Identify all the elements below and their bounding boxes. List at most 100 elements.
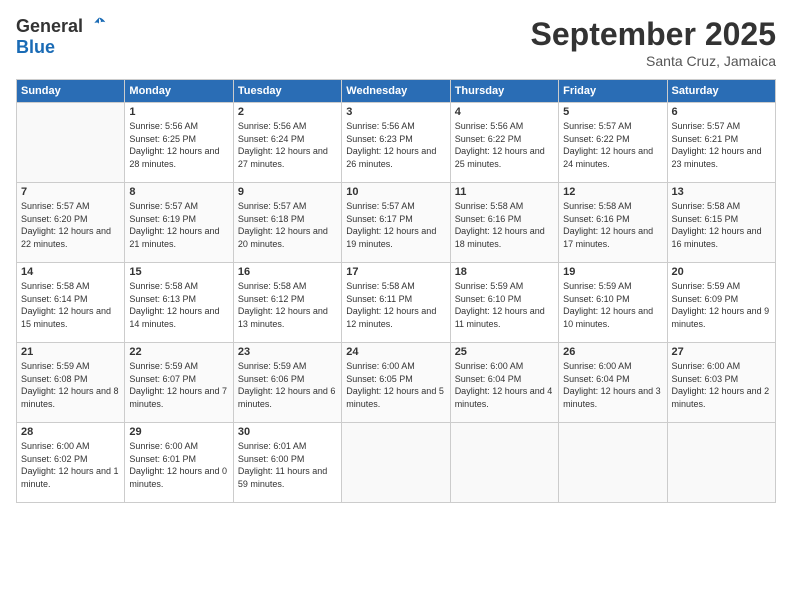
day-number: 22 (129, 346, 228, 358)
day-info: Sunrise: 5:57 AMSunset: 6:22 PMDaylight:… (563, 120, 662, 170)
day-info: Sunrise: 6:00 AMSunset: 6:01 PMDaylight:… (129, 440, 228, 490)
calendar-week-2: 14Sunrise: 5:58 AMSunset: 6:14 PMDayligh… (17, 263, 776, 343)
day-info: Sunrise: 5:58 AMSunset: 6:16 PMDaylight:… (563, 200, 662, 250)
col-header-thursday: Thursday (450, 80, 558, 103)
day-info: Sunrise: 5:58 AMSunset: 6:11 PMDaylight:… (346, 280, 445, 330)
calendar-cell (450, 423, 558, 503)
calendar-table: SundayMondayTuesdayWednesdayThursdayFrid… (16, 79, 776, 503)
day-number: 16 (238, 266, 337, 278)
day-info: Sunrise: 5:56 AMSunset: 6:24 PMDaylight:… (238, 120, 337, 170)
calendar-cell: 11Sunrise: 5:58 AMSunset: 6:16 PMDayligh… (450, 183, 558, 263)
calendar-cell: 17 Sunrise: 5:58 AMSunset: 6:11 PMDayligh… (342, 263, 450, 343)
day-number: 25 (455, 346, 554, 358)
calendar-header-row: SundayMondayTuesdayWednesdayThursdayFrid… (17, 80, 776, 103)
day-info: Sunrise: 5:57 AMSunset: 6:20 PMDaylight:… (21, 200, 120, 250)
day-number: 4 (455, 106, 554, 118)
day-number: 23 (238, 346, 337, 358)
day-info: Sunrise: 5:59 AMSunset: 6:06 PMDaylight:… (238, 360, 337, 410)
calendar-week-4: 28 Sunrise: 6:00 AMSunset: 6:02 PMDayligh… (17, 423, 776, 503)
day-number: 15 (129, 266, 228, 278)
calendar-cell (559, 423, 667, 503)
day-number: 24 (346, 346, 445, 358)
calendar-cell (17, 103, 125, 183)
day-info: Sunrise: 6:00 AMSunset: 6:05 PMDaylight:… (346, 360, 445, 410)
calendar-week-0: 1 Sunrise: 5:56 AMSunset: 6:25 PMDaylight… (17, 103, 776, 183)
day-number: 10 (346, 186, 445, 198)
day-info: Sunrise: 5:58 AMSunset: 6:16 PMDaylight:… (455, 200, 554, 250)
calendar-cell: 12 Sunrise: 5:58 AMSunset: 6:16 PMDayligh… (559, 183, 667, 263)
title-block: September 2025 Santa Cruz, Jamaica (531, 16, 776, 69)
day-info: Sunrise: 6:01 AMSunset: 6:00 PMDaylight:… (238, 440, 337, 490)
day-info: Sunrise: 6:00 AMSunset: 6:04 PMDaylight:… (563, 360, 662, 410)
logo-bird-icon (90, 16, 108, 38)
day-number: 29 (129, 426, 228, 438)
calendar-cell: 13 Sunrise: 5:58 AMSunset: 6:15 PMDayligh… (667, 183, 775, 263)
location-subtitle: Santa Cruz, Jamaica (531, 53, 776, 69)
calendar-cell: 7 Sunrise: 5:57 AMSunset: 6:20 PMDaylight… (17, 183, 125, 263)
day-info: Sunrise: 5:58 AMSunset: 6:13 PMDaylight:… (129, 280, 228, 330)
calendar-cell (667, 423, 775, 503)
calendar-cell: 19Sunrise: 5:59 AMSunset: 6:10 PMDayligh… (559, 263, 667, 343)
day-number: 3 (346, 106, 445, 118)
day-info: Sunrise: 5:59 AMSunset: 6:07 PMDaylight:… (129, 360, 228, 410)
col-header-tuesday: Tuesday (233, 80, 341, 103)
col-header-monday: Monday (125, 80, 233, 103)
calendar-cell: 28 Sunrise: 6:00 AMSunset: 6:02 PMDayligh… (17, 423, 125, 503)
day-info: Sunrise: 5:57 AMSunset: 6:18 PMDaylight:… (238, 200, 337, 250)
calendar-cell: 25 Sunrise: 6:00 AMSunset: 6:04 PMDayligh… (450, 343, 558, 423)
calendar-cell: 6 Sunrise: 5:57 AMSunset: 6:21 PMDaylight… (667, 103, 775, 183)
col-header-friday: Friday (559, 80, 667, 103)
page: General Blue September 2025 Santa Cruz, … (0, 0, 792, 612)
calendar-cell: 10Sunrise: 5:57 AMSunset: 6:17 PMDayligh… (342, 183, 450, 263)
day-number: 12 (563, 186, 662, 198)
calendar-cell (342, 423, 450, 503)
month-title: September 2025 (531, 16, 776, 53)
calendar-cell: 1 Sunrise: 5:56 AMSunset: 6:25 PMDaylight… (125, 103, 233, 183)
calendar-cell: 29 Sunrise: 6:00 AMSunset: 6:01 PMDayligh… (125, 423, 233, 503)
day-info: Sunrise: 5:59 AMSunset: 6:09 PMDaylight:… (672, 280, 771, 330)
day-number: 7 (21, 186, 120, 198)
day-number: 26 (563, 346, 662, 358)
day-info: Sunrise: 6:00 AMSunset: 6:02 PMDaylight:… (21, 440, 120, 490)
calendar-cell: 8 Sunrise: 5:57 AMSunset: 6:19 PMDaylight… (125, 183, 233, 263)
calendar-cell: 3 Sunrise: 5:56 AMSunset: 6:23 PMDaylight… (342, 103, 450, 183)
calendar-week-3: 21 Sunrise: 5:59 AMSunset: 6:08 PMDayligh… (17, 343, 776, 423)
day-number: 20 (672, 266, 771, 278)
day-info: Sunrise: 6:00 AMSunset: 6:03 PMDaylight:… (672, 360, 771, 410)
calendar-cell: 26 Sunrise: 6:00 AMSunset: 6:04 PMDayligh… (559, 343, 667, 423)
day-number: 5 (563, 106, 662, 118)
day-info: Sunrise: 5:56 AMSunset: 6:22 PMDaylight:… (455, 120, 554, 170)
day-info: Sunrise: 5:57 AMSunset: 6:19 PMDaylight:… (129, 200, 228, 250)
calendar-cell: 23 Sunrise: 5:59 AMSunset: 6:06 PMDayligh… (233, 343, 341, 423)
day-info: Sunrise: 6:00 AMSunset: 6:04 PMDaylight:… (455, 360, 554, 410)
day-number: 2 (238, 106, 337, 118)
col-header-sunday: Sunday (17, 80, 125, 103)
day-info: Sunrise: 5:59 AMSunset: 6:08 PMDaylight:… (21, 360, 120, 410)
day-info: Sunrise: 5:56 AMSunset: 6:25 PMDaylight:… (129, 120, 228, 170)
day-number: 27 (672, 346, 771, 358)
day-info: Sunrise: 5:58 AMSunset: 6:12 PMDaylight:… (238, 280, 337, 330)
day-info: Sunrise: 5:59 AMSunset: 6:10 PMDaylight:… (455, 280, 554, 330)
calendar-cell: 30Sunrise: 6:01 AMSunset: 6:00 PMDayligh… (233, 423, 341, 503)
day-number: 18 (455, 266, 554, 278)
col-header-saturday: Saturday (667, 80, 775, 103)
calendar-cell: 15 Sunrise: 5:58 AMSunset: 6:13 PMDayligh… (125, 263, 233, 343)
calendar-cell: 2 Sunrise: 5:56 AMSunset: 6:24 PMDaylight… (233, 103, 341, 183)
day-info: Sunrise: 5:56 AMSunset: 6:23 PMDaylight:… (346, 120, 445, 170)
day-info: Sunrise: 5:58 AMSunset: 6:15 PMDaylight:… (672, 200, 771, 250)
calendar-cell: 14Sunrise: 5:58 AMSunset: 6:14 PMDayligh… (17, 263, 125, 343)
calendar-cell: 9Sunrise: 5:57 AMSunset: 6:18 PMDaylight… (233, 183, 341, 263)
logo: General Blue (16, 16, 108, 58)
day-number: 8 (129, 186, 228, 198)
day-number: 28 (21, 426, 120, 438)
day-info: Sunrise: 5:57 AMSunset: 6:21 PMDaylight:… (672, 120, 771, 170)
calendar-cell: 20 Sunrise: 5:59 AMSunset: 6:09 PMDayligh… (667, 263, 775, 343)
day-number: 1 (129, 106, 228, 118)
calendar-cell: 5 Sunrise: 5:57 AMSunset: 6:22 PMDaylight… (559, 103, 667, 183)
day-number: 13 (672, 186, 771, 198)
day-number: 21 (21, 346, 120, 358)
day-number: 19 (563, 266, 662, 278)
header: General Blue September 2025 Santa Cruz, … (16, 16, 776, 69)
day-number: 6 (672, 106, 771, 118)
day-number: 17 (346, 266, 445, 278)
